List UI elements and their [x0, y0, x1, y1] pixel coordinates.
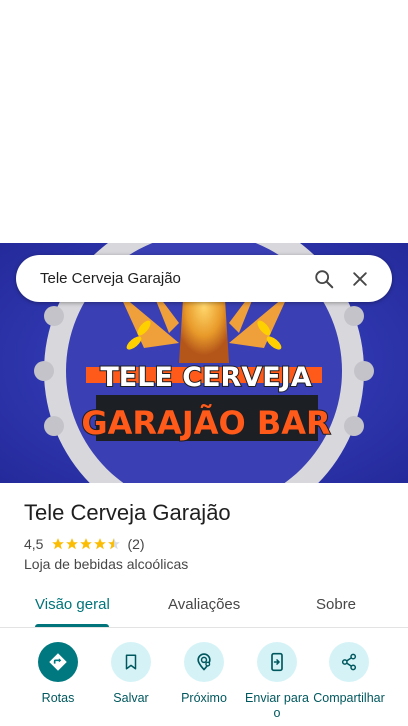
review-count[interactable]: (2): [127, 536, 144, 552]
rating-row[interactable]: 4,5 (2): [24, 536, 145, 552]
save-label: Salvar: [113, 691, 149, 705]
bookmark-icon: [125, 654, 137, 670]
send-to-phone-button[interactable]: Enviar para o: [237, 642, 317, 721]
tab-reviews[interactable]: Avaliações: [168, 596, 240, 613]
star-rating: [51, 537, 121, 551]
logo-line-1: TELE CERVEJA: [100, 362, 311, 393]
half-star-icon: [108, 538, 121, 550]
map-blank-area: [0, 0, 408, 243]
nearby-label: Próximo: [181, 691, 227, 705]
share-icon: [341, 653, 357, 671]
nearby-button[interactable]: Próximo: [164, 642, 244, 706]
directions-button[interactable]: Rotas: [18, 642, 98, 706]
action-bar: Rotas Salvar Próximo Enviar para o Compa…: [0, 640, 408, 726]
rating-value: 4,5: [24, 536, 44, 552]
save-button[interactable]: Salvar: [91, 642, 171, 706]
share-label: Compartilhar: [313, 691, 385, 705]
directions-label: Rotas: [41, 691, 75, 705]
active-tab-indicator: [35, 624, 109, 627]
share-button[interactable]: Compartilhar: [309, 642, 389, 706]
send-to-phone-icon: [271, 652, 283, 672]
star-icon: [52, 538, 65, 550]
tab-about[interactable]: Sobre: [316, 596, 356, 613]
star-icon: [66, 538, 79, 550]
send-to-phone-label: Enviar para o: [245, 691, 309, 720]
tab-bar: Visão geral Avaliações Sobre: [0, 590, 408, 628]
nearby-icon: [197, 653, 211, 671]
search-icon[interactable]: [306, 261, 342, 297]
tab-overview[interactable]: Visão geral: [35, 596, 110, 613]
star-icon: [80, 538, 93, 550]
close-icon[interactable]: [342, 261, 378, 297]
search-input[interactable]: Tele Cerveja Garajão: [40, 270, 306, 287]
star-icon: [94, 538, 107, 550]
directions-icon: [49, 653, 67, 671]
place-category[interactable]: Loja de bebidas alcoólicas: [24, 556, 188, 572]
place-name: Tele Cerveja Garajão: [24, 500, 231, 525]
logo-line-2: GARAJÃO BAR: [81, 404, 330, 442]
search-bar[interactable]: Tele Cerveja Garajão: [16, 255, 392, 302]
